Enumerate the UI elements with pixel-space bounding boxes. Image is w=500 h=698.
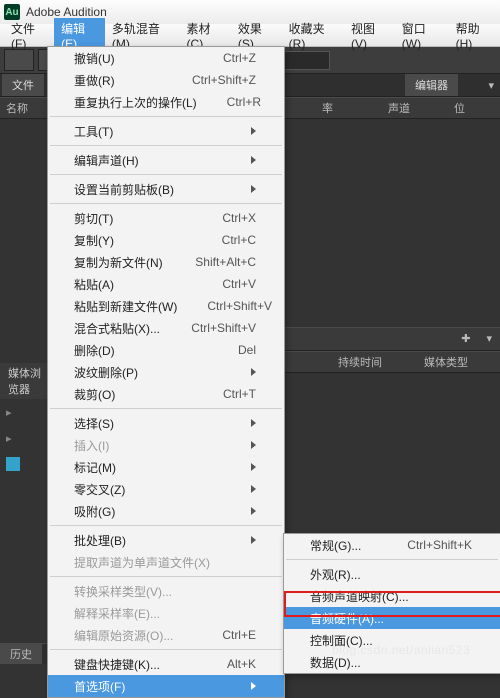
menu-item[interactable]: 复制(Y)Ctrl+C [48, 229, 284, 251]
files-panel-tabbar: 文件 [0, 74, 52, 97]
media-browser-body: ▸ ▸ [0, 399, 52, 643]
col-rate[interactable]: 率 [316, 100, 382, 116]
menu-item[interactable]: 重做(R)Ctrl+Shift+Z [48, 69, 284, 91]
menu-item[interactable]: 工具(T) [48, 120, 284, 142]
menu-item: 编辑原始资源(O)...Ctrl+E [48, 624, 284, 646]
browser-row[interactable] [0, 451, 52, 477]
submenu-item[interactable]: 音频硬件(A)... [284, 607, 500, 629]
menu-item[interactable]: 撤销(U)Ctrl+Z [48, 47, 284, 69]
menu-item[interactable]: 复制为新文件(N)Shift+Alt+C [48, 251, 284, 273]
files-body [0, 119, 52, 363]
menubar[interactable]: 文件(F) 编辑(E) 多轨混音(M) 素材(C) 效果(S) 收藏夹(R) 视… [0, 24, 500, 47]
col-channels[interactable]: 声道 [382, 100, 448, 116]
menu-item[interactable]: 编辑声道(H) [48, 149, 284, 171]
menu-item[interactable]: 粘贴(A)Ctrl+V [48, 273, 284, 295]
menu-item: 转换采样类型(V)... [48, 580, 284, 602]
menu-item: 解释采样率(E)... [48, 602, 284, 624]
menu-item[interactable]: 选择(S) [48, 412, 284, 434]
edit-menu-dropdown[interactable]: 撤销(U)Ctrl+Z重做(R)Ctrl+Shift+Z重复执行上次的操作(L)… [47, 46, 285, 698]
submenu-item[interactable]: 音频声道映射(C)... [284, 585, 500, 607]
col-name[interactable]: 名称 [0, 100, 28, 116]
menu-item[interactable]: 吸附(G) [48, 500, 284, 522]
drive-icon [6, 457, 20, 471]
menu-item[interactable]: 零交叉(Z) [48, 478, 284, 500]
menu-window[interactable]: 窗口(W) [395, 18, 449, 53]
menu-item[interactable]: 首选项(F) [48, 675, 284, 697]
menu-item: 插入(I) [48, 434, 284, 456]
menu-help[interactable]: 帮助(H) [449, 18, 500, 53]
col-media-type[interactable]: 媒体类型 [418, 354, 494, 370]
filter-icon[interactable]: ▾ [478, 332, 500, 345]
files-columns: 名称 [0, 97, 52, 119]
submenu-item[interactable]: 外观(R)... [284, 563, 500, 585]
menu-view[interactable]: 视图(V) [344, 18, 395, 53]
menu-item[interactable]: 波纹删除(P) [48, 361, 284, 383]
menu-item[interactable]: 重复执行上次的操作(L)Ctrl+R [48, 91, 284, 113]
menu-favorites[interactable]: 收藏夹(R) [282, 18, 344, 53]
menu-item[interactable]: 剪切(T)Ctrl+X [48, 207, 284, 229]
tab-history[interactable]: 历史 [0, 644, 42, 664]
col-bit[interactable]: 位 [448, 100, 494, 116]
menu-item: 提取声道为单声道文件(X) [48, 551, 284, 573]
submenu-item[interactable]: 常规(G)...Ctrl+Shift+K [284, 534, 500, 556]
toolbar-button-1[interactable] [4, 49, 34, 71]
menu-item[interactable]: 混合式粘贴(X)...Ctrl+Shift+V [48, 317, 284, 339]
browser-row[interactable]: ▸ [0, 399, 52, 425]
menu-item[interactable]: 删除(D)Del [48, 339, 284, 361]
add-icon[interactable]: ✚ [453, 332, 478, 345]
panel-menu-icon[interactable]: ▾ [482, 79, 500, 92]
chevron-right-icon: ▸ [6, 406, 12, 419]
menu-item[interactable]: 设置当前剪贴板(B) [48, 178, 284, 200]
browser-row[interactable]: ▸ [0, 425, 52, 451]
menu-item[interactable]: 键盘快捷键(K)...Alt+K [48, 653, 284, 675]
menu-item[interactable]: 标记(M) [48, 456, 284, 478]
chevron-right-icon: ▸ [6, 432, 12, 445]
media-browser-label[interactable]: 媒体浏览器 [0, 363, 52, 399]
col-duration[interactable]: 持续时间 [332, 354, 418, 370]
menu-item[interactable]: 粘贴到新建文件(W)Ctrl+Shift+V [48, 295, 284, 317]
tab-editor[interactable]: 编辑器 [405, 74, 458, 96]
menu-item[interactable]: 批处理(B) [48, 529, 284, 551]
menu-item[interactable]: 裁剪(O)Ctrl+T [48, 383, 284, 405]
watermark: blog.csdn.net/anlian523 [332, 643, 470, 657]
tab-files[interactable]: 文件 [2, 74, 44, 96]
